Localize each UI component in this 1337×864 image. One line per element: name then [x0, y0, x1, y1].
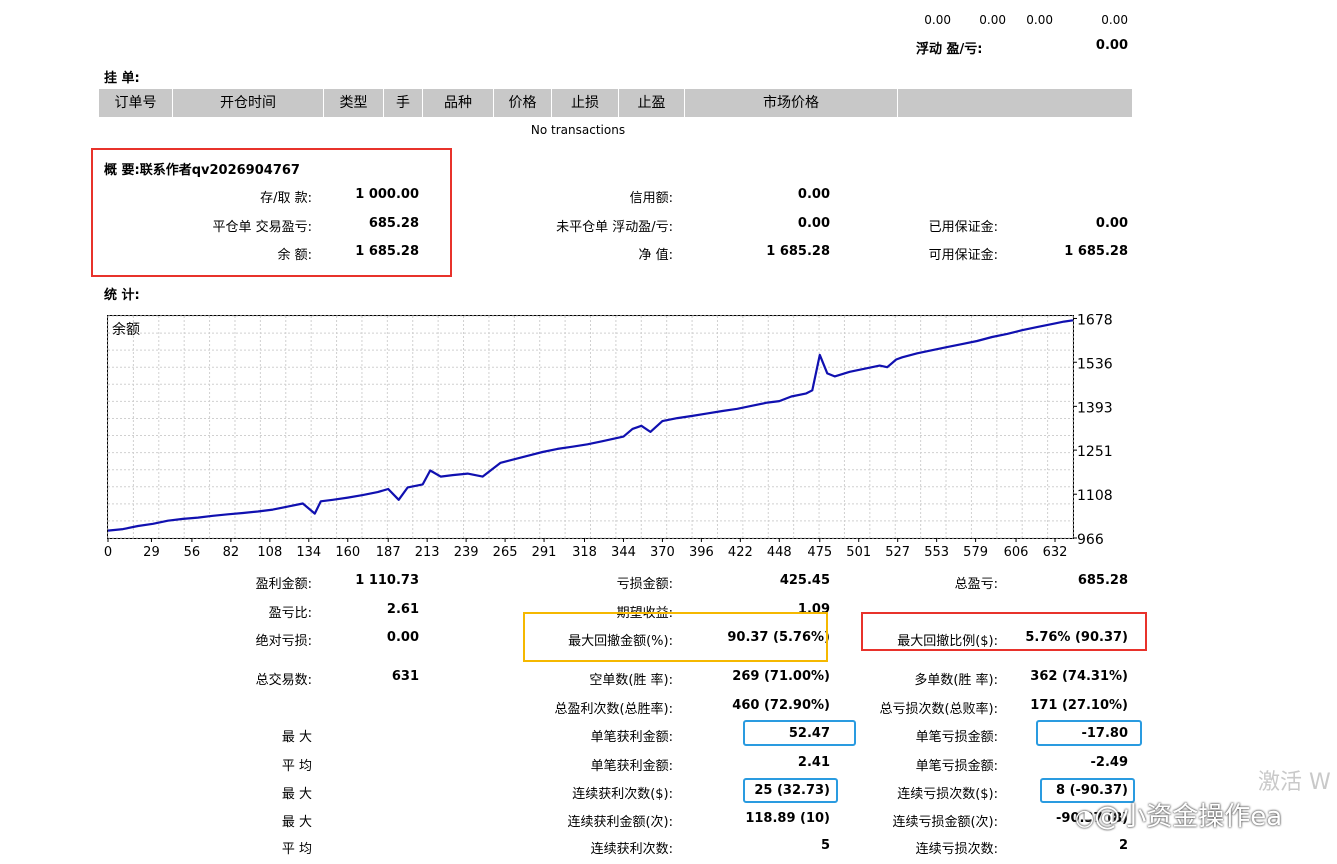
max-drawdown-ratio-highlight — [861, 612, 1147, 651]
x-tick-label: 553 — [924, 545, 949, 560]
x-tick-label: 291 — [532, 545, 557, 560]
stat-label-col2: 单笔获利金额: — [590, 730, 673, 745]
stat-label-col1: 总交易数: — [255, 673, 312, 688]
at-source-icon: ◔ — [1075, 806, 1095, 831]
stat-label-col2: 连续获利金额(次): — [567, 815, 673, 830]
max-consecutive-wins-highlight — [743, 778, 838, 803]
stat-label-col1: 最 大 — [281, 730, 312, 745]
x-tick-label: 29 — [143, 545, 160, 560]
stat-label-col3: 连续亏损次数($): — [897, 787, 998, 802]
stat-value-col3: 685.28 — [1077, 573, 1128, 588]
stat-label-col3: 连续亏损金额(次): — [892, 815, 998, 830]
stat-label-col1: 绝对亏损: — [255, 634, 312, 649]
x-tick-label: 56 — [184, 545, 201, 560]
x-tick-label: 370 — [650, 545, 675, 560]
x-tick-label: 318 — [572, 545, 597, 560]
stat-label-col1: 盈亏比: — [268, 606, 312, 621]
x-tick-label: 527 — [885, 545, 910, 560]
y-tick-label: 1108 — [1077, 488, 1113, 504]
stat-label-col2: 总盈利次数(总胜率): — [554, 702, 673, 717]
stat-label-col1: 平 均 — [281, 842, 312, 857]
max-drawdown-amount-highlight — [523, 612, 828, 662]
stat-label-col3: 总盈亏: — [954, 577, 998, 592]
stat-label-col3: 单笔亏损金额: — [915, 730, 998, 745]
stat-label-col2: 连续获利次数($): — [572, 787, 673, 802]
stat-label-col3: 单笔亏损金额: — [915, 759, 998, 774]
x-tick-label: 422 — [728, 545, 753, 560]
x-tick-label: 0 — [104, 545, 112, 560]
stat-value-col2: 118.89 (10) — [745, 811, 830, 826]
stat-label-col1: 最 大 — [281, 815, 312, 830]
stat-label-col3: 连续亏损次数: — [915, 842, 998, 857]
x-tick-label: 475 — [807, 545, 832, 560]
x-tick-label: 632 — [1043, 545, 1068, 560]
stat-value-col2: 460 (72.90%) — [732, 698, 830, 713]
balance-chart: 余额 0 29 56 82 108 134 160 187 213 239 265 291 318 344 3… — [104, 312, 1113, 560]
stat-value-col2: 2.41 — [797, 755, 830, 770]
source-watermark-text: @小资金操作ea — [1094, 802, 1283, 832]
y-tick-label: 1251 — [1077, 444, 1113, 460]
x-tick-label: 579 — [963, 545, 988, 560]
x-tick-label: 187 — [376, 545, 401, 560]
stat-label-col2: 空单数(胜 率): — [589, 673, 673, 688]
y-tick-label: 1678 — [1077, 312, 1113, 328]
stat-value-col1: 1 110.73 — [355, 573, 419, 588]
x-tick-label: 396 — [689, 545, 714, 560]
stat-label-col2: 亏损金额: — [616, 577, 673, 592]
stat-label-col1: 平 均 — [281, 759, 312, 774]
x-tick-label: 448 — [767, 545, 792, 560]
x-tick-label: 265 — [493, 545, 518, 560]
stat-label-col2: 单笔获利金额: — [590, 759, 673, 774]
stat-label-col3: 总亏损次数(总败率): — [879, 702, 998, 717]
stat-label-col1: 盈利金额: — [255, 577, 312, 592]
stat-value-col3: 362 (74.31%) — [1030, 669, 1128, 684]
y-tick-label: 1393 — [1077, 400, 1113, 416]
stat-value-col1: 2.61 — [386, 602, 419, 617]
x-tick-label: 108 — [257, 545, 282, 560]
stat-value-col1: 631 — [391, 669, 419, 684]
stat-value-col2: 425.45 — [779, 573, 830, 588]
source-watermark: ◔@小资金操作ea — [1075, 796, 1282, 833]
chart-title: 余额 — [112, 321, 140, 338]
stat-value-col3: 171 (27.10%) — [1030, 698, 1128, 713]
x-tick-label: 213 — [415, 545, 440, 560]
stat-label-col2: 连续获利次数: — [590, 842, 673, 857]
stat-value-col2: 269 (71.00%) — [732, 669, 830, 684]
stat-label-col1: 最 大 — [281, 787, 312, 802]
activate-windows-watermark: 激活 W — [1258, 770, 1331, 795]
stat-label-col3: 多单数(胜 率): — [914, 673, 998, 688]
x-tick-label: 606 — [1004, 545, 1029, 560]
stat-value-col2: 5 — [820, 838, 830, 853]
stat-value-col3: 2 — [1118, 838, 1128, 853]
max-single-profit-highlight — [743, 720, 856, 746]
max-single-loss-highlight — [1036, 720, 1142, 746]
x-tick-label: 160 — [335, 545, 360, 560]
y-tick-label: 1536 — [1077, 356, 1113, 372]
x-tick-label: 501 — [846, 545, 871, 560]
x-tick-label: 344 — [611, 545, 636, 560]
stat-value-col3: -2.49 — [1090, 755, 1128, 770]
y-tick-label: 966 — [1077, 532, 1104, 548]
stat-value-col1: 0.00 — [386, 630, 419, 645]
x-tick-label: 134 — [296, 545, 321, 560]
x-tick-label: 82 — [223, 545, 240, 560]
x-tick-label: 239 — [454, 545, 479, 560]
